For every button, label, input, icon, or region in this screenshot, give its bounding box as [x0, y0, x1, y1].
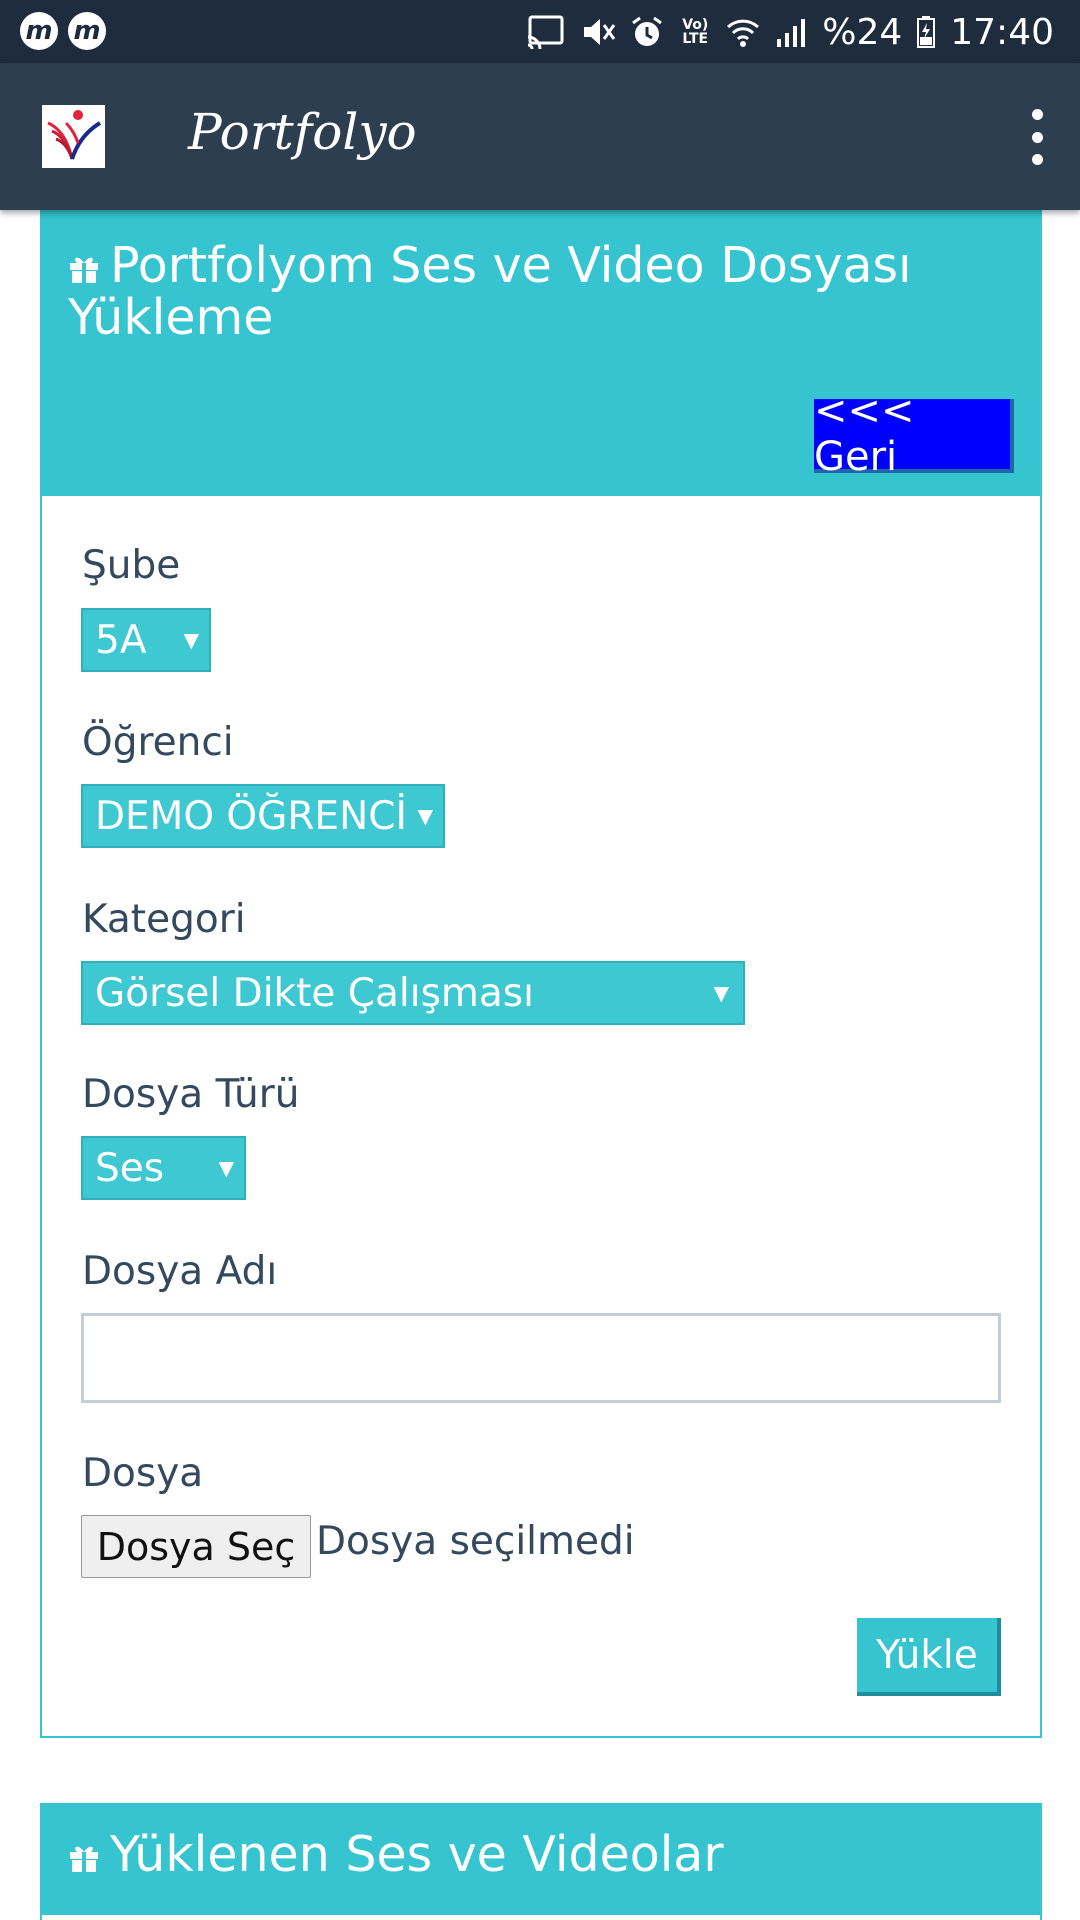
- system-icons: Vo) LTE %24 17:40: [526, 8, 1054, 56]
- app-logo: [42, 105, 105, 168]
- student-label: Öğrenci: [82, 720, 234, 765]
- cast-icon: [527, 15, 564, 49]
- category-select[interactable]: Görsel Dikte Çalışması ▼: [81, 961, 745, 1025]
- logo-icon: [47, 110, 102, 160]
- chevron-down-icon: ▼: [218, 1156, 234, 1180]
- student-select-value: DEMO ÖĞRENCİ: [95, 793, 407, 839]
- notification-icons: m m: [20, 12, 106, 50]
- file-name-input[interactable]: [81, 1313, 1001, 1403]
- category-label: Kategori: [82, 897, 246, 942]
- upload-panel-title-text: Portfolyom Ses ve Video Dosyası Yükleme: [68, 237, 912, 346]
- back-button[interactable]: <<< Geri: [814, 388, 1014, 480]
- signal-icon: [777, 19, 806, 47]
- file-type-label: Dosya Türü: [82, 1072, 300, 1117]
- branch-select-value: 5A: [95, 617, 147, 663]
- mute-icon: [584, 19, 616, 45]
- app-title: Portfolyo: [188, 103, 417, 161]
- student-select[interactable]: DEMO ÖĞRENCİ ▼: [81, 784, 445, 848]
- branch-label: Şube: [82, 543, 181, 588]
- category-select-value: Görsel Dikte Çalışması: [95, 970, 534, 1016]
- gift-icon: [70, 257, 98, 283]
- upload-panel-header: Portfolyom Ses ve Video Dosyası Yükleme …: [42, 212, 1040, 496]
- file-name-label: Dosya Adı: [82, 1249, 278, 1294]
- app-bar: Portfolyo: [0, 63, 1080, 210]
- app-notification-icon: m: [68, 12, 106, 50]
- file-type-select[interactable]: Ses ▼: [81, 1136, 246, 1200]
- file-label: Dosya: [82, 1451, 204, 1496]
- file-status-text: Dosya seçilmedi: [316, 1519, 635, 1564]
- status-bar: m m Vo) LTE %24 17:40: [0, 0, 1080, 63]
- wifi-icon: [727, 19, 760, 47]
- chevron-down-icon: ▼: [713, 981, 729, 1005]
- upload-panel-title: Portfolyom Ses ve Video Dosyası Yükleme: [68, 240, 980, 344]
- uploaded-panel-title-text: Yüklenen Ses ve Videolar: [110, 1826, 724, 1883]
- file-type-select-value: Ses: [95, 1145, 165, 1191]
- branch-select[interactable]: 5A ▼: [81, 608, 211, 672]
- uploaded-panel-header: Yüklenen Ses ve Videolar: [42, 1805, 1040, 1915]
- gift-icon: [70, 1846, 98, 1872]
- alarm-icon: [632, 16, 663, 46]
- uploaded-panel-title: Yüklenen Ses ve Videolar: [68, 1829, 980, 1881]
- uploaded-panel: Yüklenen Ses ve Videolar: [40, 1803, 1042, 1920]
- chevron-down-icon: ▼: [183, 628, 199, 652]
- battery-icon: [917, 16, 936, 48]
- battery-percent: %24: [822, 11, 903, 53]
- choose-file-button[interactable]: Dosya Seç: [81, 1515, 311, 1578]
- upload-button[interactable]: Yükle: [857, 1618, 1001, 1696]
- volte-lte-label: Vo) LTE: [682, 17, 709, 47]
- chevron-down-icon: ▼: [417, 804, 433, 828]
- overflow-menu-icon[interactable]: [1022, 109, 1052, 165]
- clock: 17:40: [950, 11, 1054, 53]
- app-notification-icon: m: [20, 12, 58, 50]
